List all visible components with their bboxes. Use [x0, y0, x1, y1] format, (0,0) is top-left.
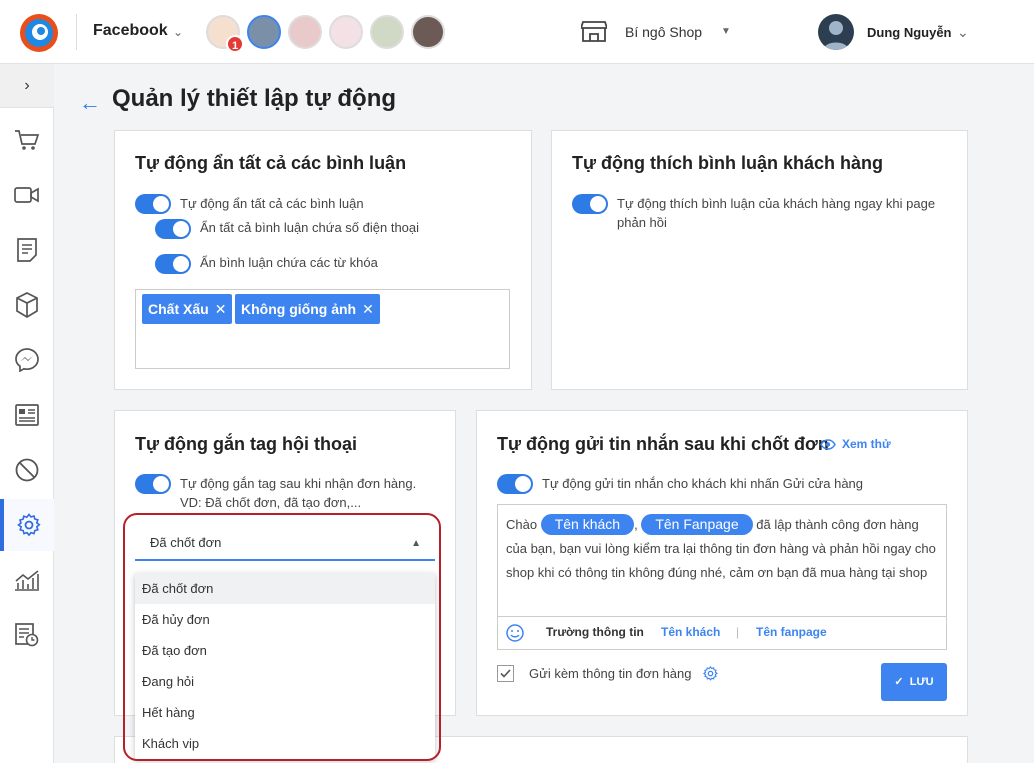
toggle-hide-all[interactable] — [135, 194, 171, 214]
message-toolbar: Trường thông tin Tên khách | Tên fanpage — [497, 617, 947, 650]
save-label: LƯU — [909, 676, 934, 688]
chevron-down-icon[interactable]: ⌄ — [173, 25, 183, 39]
toggle-label: Ẩn bình luận chứa các từ khóa — [200, 255, 378, 270]
toggle-hide-phone[interactable] — [155, 219, 191, 239]
top-bar: Facebook ⌄ 1 Bí ngô Shop ▼ Dung Nguyễn ⌄ — [0, 0, 1034, 64]
page-avatar[interactable] — [370, 15, 404, 49]
keyword-tag: Chất Xấu ✕ — [142, 294, 233, 324]
page-avatar[interactable]: 1 — [206, 15, 244, 53]
check-icon — [500, 669, 511, 678]
remove-tag-icon[interactable]: ✕ — [215, 301, 227, 317]
message-template-textarea[interactable]: Chào Tên khách, Tên Fanpage đã lập thành… — [497, 504, 947, 617]
variable-chip-customer[interactable]: Tên khách — [540, 514, 635, 535]
sidebar-item-orders[interactable] — [0, 114, 54, 166]
attach-order-checkbox[interactable] — [497, 665, 514, 682]
toggle-auto-tag[interactable] — [135, 474, 171, 494]
sidebar-item-livestream[interactable] — [0, 169, 54, 221]
card-title: Tự động ẩn tất cả các bình luận — [135, 153, 407, 173]
sidebar-item-reports[interactable] — [0, 609, 54, 661]
sidebar-item-contacts[interactable] — [0, 389, 54, 441]
box-icon — [16, 292, 38, 318]
toggle-label: Tự động ẩn tất cả các bình luận — [180, 196, 364, 211]
toggle-label: Tự động gửi tin nhắn cho khách khi nhấn … — [542, 476, 864, 491]
toggle-auto-like[interactable] — [572, 194, 608, 214]
page-avatar[interactable] — [329, 15, 363, 49]
preview-link[interactable]: Xem thử — [842, 437, 891, 451]
insert-field-fanpage[interactable]: Tên fanpage — [756, 625, 827, 639]
caret-down-icon[interactable]: ▼ — [721, 26, 731, 37]
user-avatar[interactable] — [818, 14, 854, 50]
attach-order-label: Gửi kèm thông tin đơn hàng — [529, 666, 692, 681]
messenger-icon — [15, 348, 39, 372]
card-auto-like: Tự động thích bình luận khách hàng Tự độ… — [551, 130, 968, 390]
page-avatar[interactable] — [411, 15, 445, 49]
sidebar-expand-button[interactable]: › — [0, 64, 54, 108]
insert-field-customer[interactable]: Tên khách — [661, 625, 720, 639]
message-text: Chào — [506, 517, 538, 532]
highlight-annotation — [123, 513, 441, 761]
tag-label: Chất Xấu — [148, 301, 209, 317]
toggle-label: Ẩn tất cả bình luận chứa số điện thoại — [200, 220, 420, 235]
tag-label: Không giống ảnh — [241, 301, 357, 317]
card-title: Tự động gửi tin nhắn sau khi chốt đơn — [497, 434, 829, 454]
keyword-tag: Không giống ảnh ✕ — [235, 294, 380, 324]
field-separator: | — [736, 625, 740, 639]
page-title: Quản lý thiết lập tự động — [112, 85, 397, 112]
check-icon: ✓ — [894, 676, 910, 688]
page-avatar[interactable] — [247, 15, 281, 49]
cart-icon — [15, 130, 40, 150]
block-icon — [15, 458, 39, 482]
page-avatar[interactable] — [288, 15, 322, 49]
card-auto-hide-comments: Tự động ẩn tất cả các bình luận Tự động … — [114, 130, 532, 390]
toggle-label: Tự động thích bình luận của khách hàng n… — [617, 196, 936, 230]
sidebar-item-statistics[interactable] — [0, 554, 54, 606]
card-title: Tự động gắn tag hội thoại — [135, 434, 358, 454]
gear-icon[interactable] — [703, 666, 718, 681]
page-avatars: 1 — [206, 15, 445, 53]
app-logo-icon[interactable] — [18, 12, 60, 54]
notification-badge: 1 — [226, 35, 244, 53]
toggle-label: Tự động gắn tag sau khi nhận đơn hàng. V… — [180, 476, 417, 510]
emoji-icon[interactable] — [506, 624, 524, 642]
remove-tag-icon[interactable]: ✕ — [362, 301, 374, 317]
contact-card-icon — [15, 404, 39, 426]
fields-label: Trường thông tin — [546, 625, 644, 639]
variable-chip-fanpage[interactable]: Tên Fanpage — [641, 514, 753, 535]
keyword-input[interactable]: Chất Xấu ✕ Không giống ảnh ✕ — [135, 289, 510, 369]
card-title: Tự động thích bình luận khách hàng — [572, 153, 884, 173]
sidebar-item-documents[interactable] — [0, 224, 54, 276]
message-text: , — [634, 517, 638, 532]
eye-icon[interactable] — [820, 439, 836, 450]
report-icon — [15, 623, 39, 647]
toggle-hide-keywords[interactable] — [155, 254, 191, 274]
back-arrow-icon[interactable]: ← — [79, 90, 101, 116]
sidebar-item-blocked[interactable] — [0, 444, 54, 496]
order-doc-icon — [17, 238, 37, 262]
save-button[interactable]: ✓ LƯU — [881, 663, 947, 701]
shop-selector[interactable]: Bí ngô Shop — [625, 24, 702, 40]
divider — [76, 14, 77, 50]
chevron-down-icon[interactable]: ⌄ — [957, 24, 969, 41]
sidebar-item-settings[interactable] — [0, 499, 54, 551]
shop-icon — [581, 21, 607, 42]
settings-icon — [17, 513, 41, 537]
sidebar: › — [0, 64, 54, 763]
sidebar-item-products[interactable] — [0, 279, 54, 331]
toggle-auto-message[interactable] — [497, 474, 533, 494]
video-icon — [14, 187, 39, 203]
platform-selector[interactable]: Facebook — [93, 22, 168, 40]
chart-icon — [15, 570, 39, 591]
sidebar-item-messenger[interactable] — [0, 334, 54, 386]
user-name[interactable]: Dung Nguyễn — [867, 25, 952, 40]
card-auto-message: Tự động gửi tin nhắn sau khi chốt đơn Xe… — [476, 410, 968, 716]
